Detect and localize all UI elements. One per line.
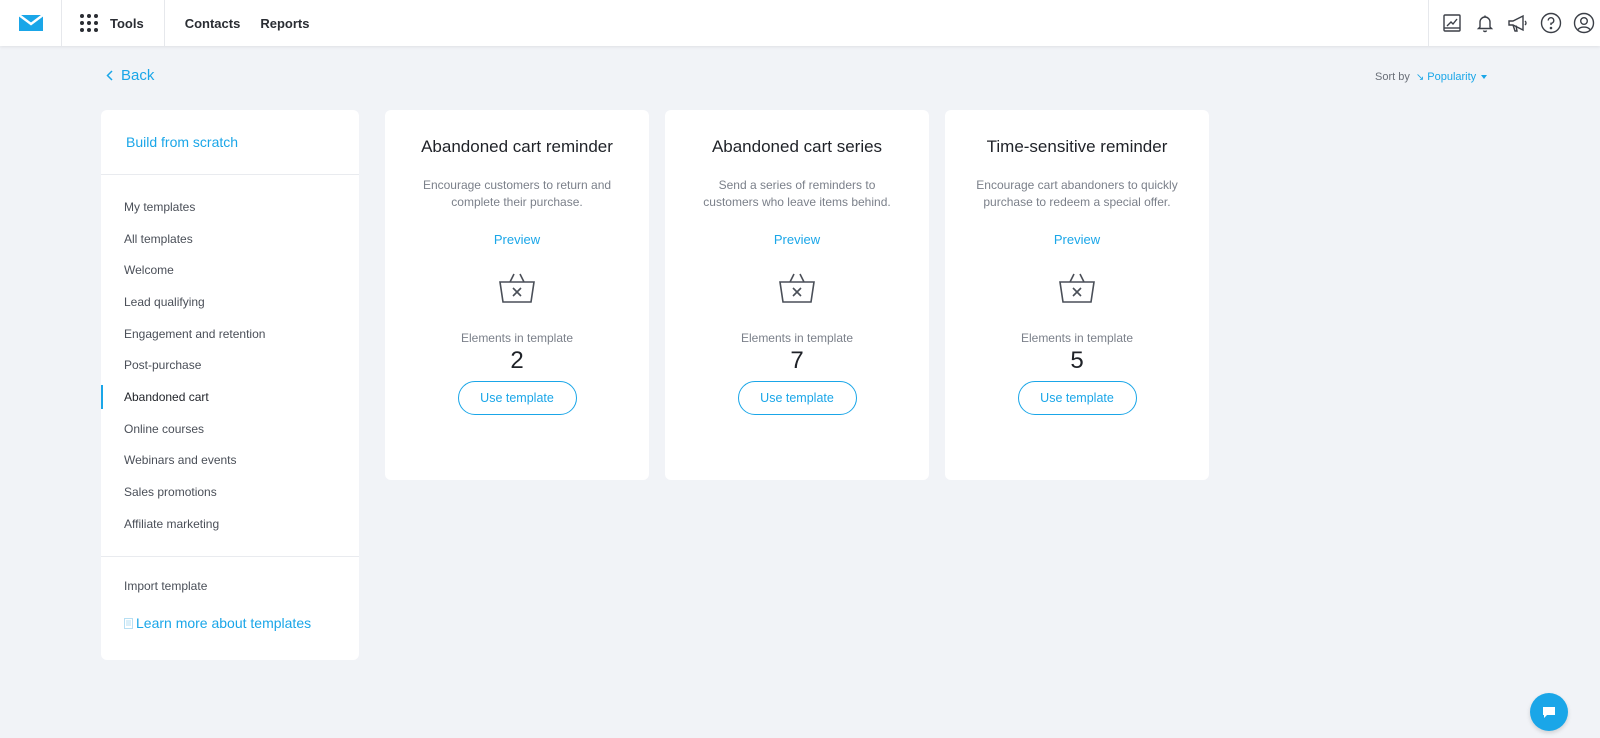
category-item[interactable]: Affiliate marketing xyxy=(101,508,359,540)
category-item[interactable]: Online courses xyxy=(101,413,359,445)
category-list: My templates All templates Welcome Lead … xyxy=(101,175,359,557)
card-description: Encourage customers to return and comple… xyxy=(422,178,612,209)
basket-x-icon xyxy=(945,271,1209,307)
preview-link[interactable]: Preview xyxy=(385,232,649,247)
category-item[interactable]: My templates xyxy=(101,191,359,223)
back-link[interactable]: Back xyxy=(106,67,154,84)
use-template-button[interactable]: Use template xyxy=(737,381,857,415)
logo[interactable] xyxy=(0,0,62,46)
user-icon[interactable] xyxy=(1567,0,1600,46)
preview-link[interactable]: Preview xyxy=(945,232,1209,247)
tools-label: Tools xyxy=(110,15,144,31)
use-template-button[interactable]: Use template xyxy=(1017,381,1137,415)
tools-menu[interactable]: Tools xyxy=(62,0,165,46)
template-card: Abandoned cart reminder Encourage custom… xyxy=(385,110,649,480)
card-title: Abandoned cart reminder xyxy=(421,137,613,156)
category-item[interactable]: Webinars and events xyxy=(101,445,359,477)
sort-control: Sort by ↘ Popularity xyxy=(1375,71,1488,83)
template-card: Time-sensitive reminder Encourage cart a… xyxy=(945,110,1209,480)
card-title: Time-sensitive reminder xyxy=(986,137,1168,156)
build-from-scratch-link[interactable]: Build from scratch xyxy=(101,110,359,175)
card-description: Send a series of reminders to customers … xyxy=(703,178,891,209)
category-item[interactable]: All templates xyxy=(101,223,359,255)
preview-link[interactable]: Preview xyxy=(665,232,929,247)
envelope-logo-icon[interactable] xyxy=(17,14,44,32)
chevron-left-icon xyxy=(106,70,113,81)
sort-direction-icon: ↘ xyxy=(1415,71,1425,83)
category-item-active[interactable]: Abandoned cart xyxy=(101,381,359,413)
category-item[interactable]: Engagement and retention xyxy=(101,318,359,350)
sort-label: Sort by xyxy=(1375,71,1410,83)
basket-x-icon xyxy=(385,271,649,307)
template-card: Abandoned cart series Send a series of r… xyxy=(665,110,929,480)
sort-dropdown[interactable]: ↘ Popularity xyxy=(1415,71,1488,83)
chat-button[interactable] xyxy=(1530,693,1568,731)
website-builder-icon[interactable] xyxy=(1435,0,1468,46)
elements-count: 5 xyxy=(1070,347,1084,374)
caret-down-icon xyxy=(1481,75,1488,79)
learn-more-label: Learn more about templates xyxy=(136,615,312,631)
back-label: Back xyxy=(121,67,155,84)
elements-label: Elements in template xyxy=(740,331,854,345)
elements-count: 7 xyxy=(790,347,804,374)
sort-value: Popularity xyxy=(1427,71,1477,83)
use-template-button[interactable]: Use template xyxy=(457,381,577,415)
elements-label: Elements in template xyxy=(1020,331,1134,345)
basket-x-icon xyxy=(665,271,929,307)
nav-reports[interactable]: Reports xyxy=(260,16,309,31)
megaphone-icon[interactable] xyxy=(1501,0,1534,46)
category-item[interactable]: Post-purchase xyxy=(101,349,359,381)
category-item[interactable]: Lead qualifying xyxy=(101,286,359,318)
import-template-link[interactable]: Import template xyxy=(101,557,359,593)
elements-count: 2 xyxy=(510,347,524,374)
elements-label: Elements in template xyxy=(460,331,574,345)
bell-icon[interactable] xyxy=(1468,0,1501,46)
chat-bubble-icon xyxy=(1543,706,1555,718)
book-icon xyxy=(124,617,133,629)
nav-contacts[interactable]: Contacts xyxy=(185,16,241,31)
card-title: Abandoned cart series xyxy=(711,137,883,156)
top-right-toolbar xyxy=(1428,0,1600,46)
help-icon[interactable] xyxy=(1534,0,1567,46)
category-item[interactable]: Sales promotions xyxy=(101,476,359,508)
template-sidebar: Build from scratch My templates All temp… xyxy=(101,110,359,660)
apps-grid-icon xyxy=(80,14,98,32)
learn-more-link[interactable]: Learn more about templates xyxy=(101,593,359,631)
top-bar: Tools Contacts Reports xyxy=(0,0,1600,46)
card-description: Encourage cart abandoners to quickly pur… xyxy=(976,178,1178,209)
category-item[interactable]: Welcome xyxy=(101,254,359,286)
